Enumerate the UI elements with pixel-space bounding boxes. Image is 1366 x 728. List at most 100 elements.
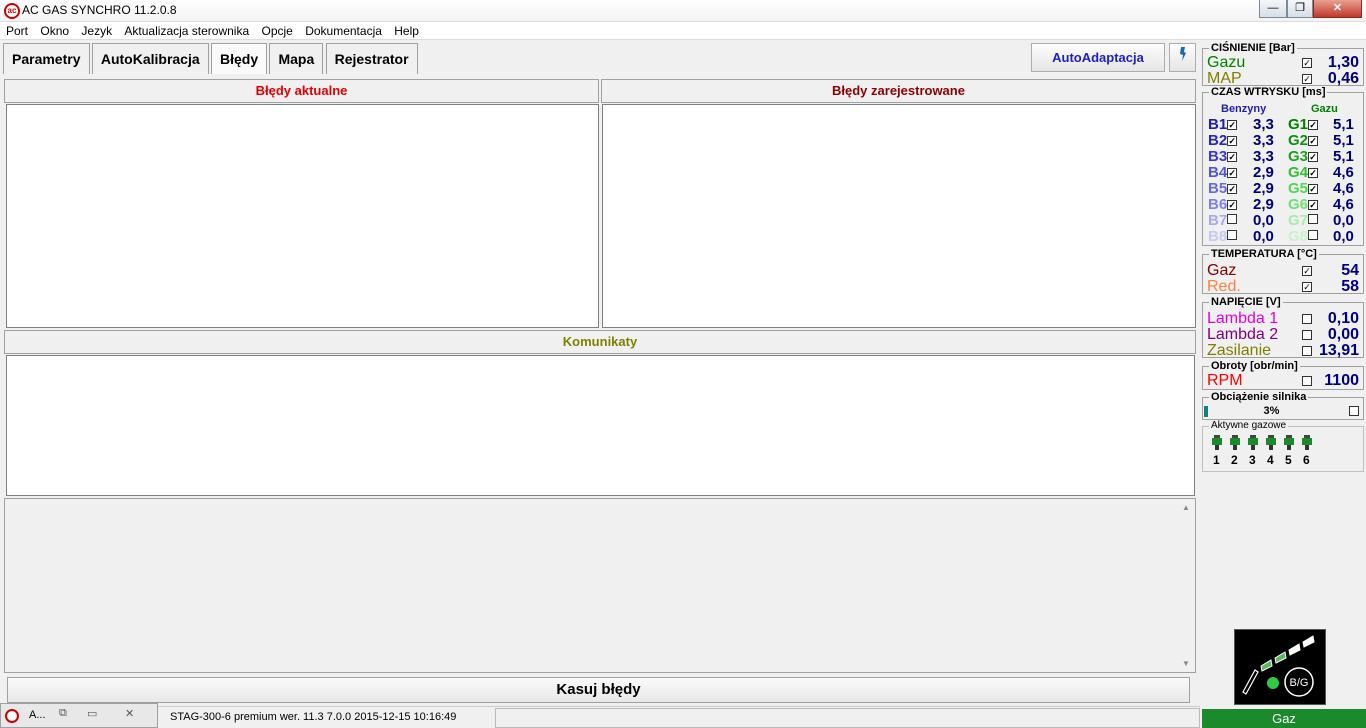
petrol-value: 0,0: [1253, 228, 1274, 245]
voltage-title: NAPIĘCIE [V]: [1209, 296, 1283, 308]
gas-injector-number: 2: [1231, 453, 1238, 467]
gas-checkbox[interactable]: ✓: [1308, 152, 1319, 162]
pressure-title: CIŚNIENIE [Bar]: [1209, 42, 1297, 54]
maximize-button[interactable]: ❐: [1287, 0, 1313, 18]
gas-label: G6: [1288, 196, 1309, 213]
gas-checkbox[interactable]: ✓: [1308, 200, 1319, 210]
petrol-checkbox[interactable]: ✓: [1227, 120, 1238, 130]
restore-icon[interactable]: ⧉: [59, 707, 67, 720]
voltage-group: NAPIĘCIE [V] Lambda 1 0,10 Lambda 2 0,00…: [1202, 296, 1364, 359]
tab-parametry[interactable]: Parametry: [3, 43, 90, 74]
rpm-title: Obroty [obr/min]: [1209, 360, 1300, 372]
menu-okno[interactable]: Okno: [37, 22, 72, 40]
gas-label: G5: [1288, 180, 1309, 197]
petrol-checkbox[interactable]: ✓: [1227, 184, 1238, 194]
gas-checkbox[interactable]: [1308, 214, 1319, 224]
close-small-icon[interactable]: ✕: [125, 707, 134, 720]
tab-bar: Parametry AutoKalibracja Błędy Mapa Reje…: [3, 43, 418, 74]
petrol-injector-6: B6✓: [1208, 197, 1238, 213]
title-bar: [0, 0, 1366, 22]
petrol-injector-8: B8: [1208, 229, 1238, 245]
messages-list[interactable]: [6, 355, 1195, 496]
petrol-checkbox[interactable]: ✓: [1227, 136, 1238, 146]
menu-port[interactable]: Port: [3, 22, 31, 40]
petrol-value: 0,0: [1253, 212, 1274, 229]
injection-group: CZAS WTRYSKU [ms] Benzyny Gazu B1✓ 3,3 G1✓…: [1202, 86, 1364, 246]
load-title: Obciążenie silnika: [1209, 391, 1309, 403]
tab-autokalibracja[interactable]: AutoKalibracja: [91, 43, 209, 74]
petrol-label: B2: [1208, 132, 1228, 149]
pressure-map-checkbox[interactable]: ✓: [1302, 74, 1312, 84]
lambda2-label: Lambda 2: [1207, 326, 1279, 343]
autoadapt-button[interactable]: AutoAdaptacja: [1031, 43, 1165, 72]
lambda1-checkbox[interactable]: [1302, 314, 1312, 324]
gas-injector-8: G8: [1288, 228, 1319, 245]
rpm-group: Obroty [obr/min] RPM 1100: [1202, 360, 1364, 390]
app-logo-icon[interactable]: ac: [4, 3, 20, 19]
petrol-injector-3: B3✓: [1208, 148, 1238, 165]
gas-checkbox[interactable]: ✓: [1308, 184, 1319, 194]
menu-jezyk[interactable]: Jezyk: [78, 22, 115, 40]
rpm-label: RPM: [1207, 372, 1243, 389]
temp-red-value: 58: [1341, 278, 1359, 295]
gas-checkbox[interactable]: ✓: [1308, 120, 1319, 130]
scroll-down-icon[interactable]: ▼: [1182, 659, 1190, 668]
bg-logo-icon: B/G: [1242, 635, 1315, 697]
lambda2-checkbox[interactable]: [1302, 330, 1312, 340]
petrol-checkbox[interactable]: [1227, 214, 1238, 224]
petrol-value: 3,3: [1253, 116, 1274, 133]
errors-registered-list[interactable]: [602, 104, 1196, 328]
bg-logo: B/G: [1234, 629, 1326, 705]
rpm-value: 1100: [1324, 372, 1359, 389]
menu-help[interactable]: Help: [391, 22, 422, 40]
gas-value: 5,1: [1333, 116, 1354, 133]
petrol-value: 2,9: [1253, 164, 1274, 181]
log-area[interactable]: ▲ ▼: [4, 498, 1196, 673]
pressure-gas-checkbox[interactable]: ✓: [1302, 58, 1312, 68]
lambda1-value: 0,10: [1327, 310, 1359, 327]
temp-red-checkbox[interactable]: ✓: [1302, 282, 1312, 292]
log-scrollbar[interactable]: ▲ ▼: [1178, 499, 1195, 672]
menu-dokumentacja[interactable]: Dokumentacja: [302, 22, 385, 40]
tab-bledy[interactable]: Błędy: [211, 43, 268, 74]
wrench-icon[interactable]: [1169, 43, 1196, 72]
menu-aktualizacja[interactable]: Aktualizacja sterownika: [121, 22, 252, 40]
temp-gas-checkbox[interactable]: ✓: [1302, 266, 1312, 276]
tab-mapa[interactable]: Mapa: [269, 43, 324, 74]
gas-injector-icon: [1265, 435, 1277, 451]
petrol-checkbox[interactable]: ✓: [1227, 168, 1238, 178]
gas-checkbox[interactable]: ✓: [1308, 136, 1319, 146]
minimize-button[interactable]: —: [1259, 0, 1287, 18]
pressure-group: CIŚNIENIE [Bar] Gazu ✓ 1,30 MAP ✓ 0,46: [1202, 42, 1364, 87]
petrol-label: B5: [1208, 180, 1228, 197]
errors-actual-list[interactable]: [6, 104, 599, 328]
maximize-small-icon[interactable]: ▭: [87, 707, 97, 720]
load-checkbox[interactable]: [1349, 406, 1359, 416]
menu-opcje[interactable]: Opcje: [259, 22, 296, 40]
petrol-label: B1: [1208, 116, 1228, 133]
active-gas-title: Aktywne gazowe: [1209, 420, 1289, 431]
close-button[interactable]: ✕: [1313, 0, 1362, 18]
scroll-up-icon[interactable]: ▲: [1182, 503, 1190, 512]
gas-checkbox[interactable]: [1308, 230, 1319, 240]
tab-rejestrator[interactable]: Rejestrator: [325, 43, 418, 74]
petrol-checkbox[interactable]: ✓: [1227, 200, 1238, 210]
petrol-label: B3: [1208, 148, 1228, 165]
gas-label: G1: [1288, 116, 1309, 133]
rpm-checkbox[interactable]: [1302, 376, 1312, 386]
petrol-checkbox[interactable]: [1227, 230, 1238, 240]
gas-value: 0,0: [1333, 212, 1354, 229]
supply-label: Zasilanie: [1207, 342, 1272, 359]
temp-gas-label: Gaz: [1207, 262, 1237, 279]
gas-injector-number: 3: [1249, 453, 1256, 467]
gas-label: G4: [1288, 164, 1309, 181]
petrol-injector-7: B7: [1208, 213, 1238, 229]
petrol-checkbox[interactable]: ✓: [1227, 152, 1238, 162]
minimized-window[interactable]: A... ⧉ ▭ ✕: [0, 703, 158, 728]
petrol-label: B4: [1208, 164, 1228, 181]
clear-errors-button[interactable]: Kasuj błędy: [7, 677, 1190, 703]
gas-checkbox[interactable]: ✓: [1308, 168, 1319, 178]
supply-checkbox[interactable]: [1302, 346, 1312, 356]
gas-value: 0,0: [1333, 228, 1354, 245]
gas-label: G8: [1288, 228, 1309, 245]
